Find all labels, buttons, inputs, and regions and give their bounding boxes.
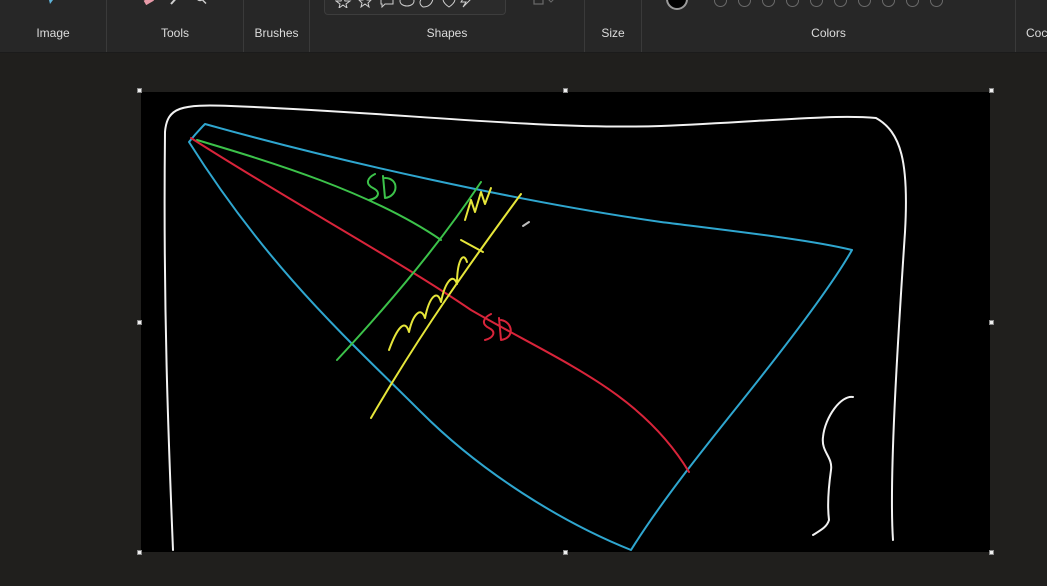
color-swatch[interactable]	[930, 0, 943, 7]
group-label-shapes: Shapes	[426, 26, 468, 40]
resize-handle-top-left[interactable]	[137, 88, 142, 93]
color-swatch[interactable]	[858, 0, 871, 7]
sketch-drawing	[163, 104, 907, 551]
drawing-canvas[interactable]	[141, 92, 990, 552]
frame-outline-stroke	[163, 104, 907, 551]
resize-handle-top-right[interactable]	[989, 88, 994, 93]
eraser-icon[interactable]	[142, 0, 156, 6]
yellow-tick-stroke	[460, 239, 484, 253]
magnifier-icon[interactable]	[194, 0, 208, 6]
red-sd-stroke	[483, 313, 512, 341]
group-size[interactable]: Size	[585, 0, 642, 52]
resize-handle-bottom[interactable]	[563, 550, 568, 555]
color-swatch[interactable]	[906, 0, 919, 7]
group-image[interactable]: Image	[0, 0, 107, 52]
resize-handle-right[interactable]	[989, 320, 994, 325]
active-color-swatch[interactable]	[666, 0, 688, 10]
resize-handle-left[interactable]	[137, 320, 142, 325]
red-ray-stroke	[190, 137, 690, 473]
yellow-zigzag-stroke	[464, 187, 492, 221]
shapes-gallery[interactable]	[324, 0, 506, 15]
resize-handle-top[interactable]	[563, 88, 568, 93]
ribbon-toolbar: Image Tools Brushes Shapes Size Colors C…	[0, 0, 1047, 53]
shape-glyphs-icon	[335, 0, 471, 8]
resize-handle-bottom-left[interactable]	[137, 550, 142, 555]
group-label-tools: Tools	[160, 26, 189, 40]
yellow-wave-stroke	[388, 256, 468, 351]
color-swatch[interactable]	[762, 0, 775, 7]
green-sd-stroke	[367, 173, 397, 201]
color-swatch[interactable]	[834, 0, 847, 7]
group-label-image: Image	[36, 26, 70, 40]
color-swatch[interactable]	[786, 0, 799, 7]
group-tools: Tools	[107, 0, 244, 52]
color-swatch[interactable]	[738, 0, 751, 7]
color-swatch[interactable]	[882, 0, 895, 7]
squiggle-stroke	[812, 395, 854, 536]
group-label-colors: Colors	[811, 26, 846, 40]
group-label-brushes: Brushes	[254, 26, 299, 40]
resize-handle-bottom-right[interactable]	[989, 550, 994, 555]
color-swatch[interactable]	[714, 0, 727, 7]
group-label-copilot: Coc	[1026, 26, 1047, 40]
image-icon[interactable]	[46, 0, 60, 6]
pencil-icon[interactable]	[168, 0, 182, 6]
group-shapes: Shapes	[310, 0, 585, 52]
group-brushes[interactable]: Brushes	[244, 0, 310, 52]
group-label-size: Size	[601, 26, 625, 40]
green-ray-stroke	[196, 139, 442, 241]
group-colors: Colors	[642, 0, 1016, 52]
white-mark-stroke	[522, 221, 530, 227]
fill-style-icon[interactable]	[532, 0, 556, 8]
color-swatch[interactable]	[810, 0, 823, 7]
group-copilot[interactable]: Coc	[1016, 0, 1047, 52]
